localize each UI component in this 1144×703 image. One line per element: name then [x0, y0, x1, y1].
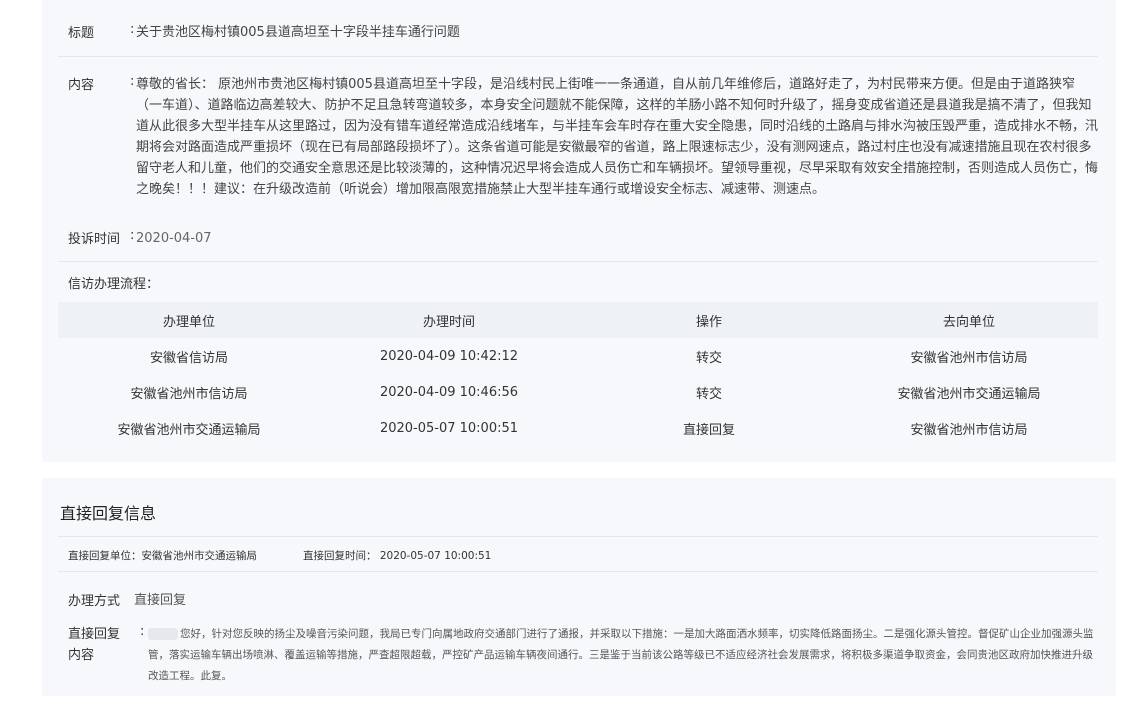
reply-meta: 直接回复单位：安徽省池州市交通运输局 直接回复时间： 2020-05-07 10…	[68, 548, 537, 563]
table-row: 安徽省信访局 2020-04-09 10:42:12 转交 安徽省池州市信访局	[58, 338, 1098, 374]
reply-title: 直接回复信息	[60, 504, 157, 523]
reply-content-colon: :	[140, 624, 145, 639]
reply-time: 直接回复时间： 2020-05-07 10:00:51	[303, 550, 492, 562]
reply-panel: 直接回复信息 直接回复单位：安徽省池州市交通运输局 直接回复时间： 2020-0…	[42, 478, 1116, 696]
date-label: 投诉时间	[68, 232, 121, 247]
title-label: 标题	[68, 26, 95, 41]
reply-content-text: 您好，针对您反映的扬尘及噪音污染问题，我局已专门向属地政府交通部门进行了通报，并…	[148, 628, 1094, 682]
flow-header-action: 操作	[578, 302, 840, 338]
reply-content-label-line2: 内容	[68, 648, 95, 663]
flow-label: 信访办理流程：	[68, 277, 160, 292]
divider	[58, 571, 1098, 572]
flow-header-time: 办理时间	[320, 302, 578, 338]
content-row: 内容 : 尊敬的省长： 原池州市贵池区梅村镇005县道高坦至十字段，是沿线村民上…	[68, 74, 1098, 200]
reply-content-row: 直接回复 内容 : 您好，针对您反映的扬尘及噪音污染问题，我局已专门向属地政府交…	[68, 624, 1098, 687]
content-value: 尊敬的省长： 原池州市贵池区梅村镇005县道高坦至十字段，是沿线村民上街唯一一条…	[136, 77, 1099, 197]
reply-content-value: 您好，针对您反映的扬尘及噪音污染问题，我局已专门向属地政府交通部门进行了通报，并…	[148, 624, 1098, 687]
date-value: 2020-04-07	[136, 231, 212, 246]
reply-content-label-line1: 直接回复	[68, 627, 121, 642]
flow-cell-time: 2020-05-07 10:00:51	[379, 420, 519, 436]
flow-cell-unit: 安徽省池州市信访局	[130, 386, 248, 402]
divider	[58, 56, 1098, 57]
flow-cell-unit: 安徽省信访局	[149, 350, 228, 366]
redacted-name	[148, 628, 178, 640]
title-value: 关于贵池区梅村镇005县道高坦至十字段半挂车通行问题	[136, 25, 460, 40]
reply-content-label: 直接回复 内容	[68, 624, 140, 687]
flow-cell-action: 转交	[695, 386, 722, 402]
flow-cell-time: 2020-04-09 10:42:12	[379, 348, 519, 364]
flow-cell-time: 2020-04-09 10:46:56	[379, 384, 519, 400]
reply-unit: 直接回复单位：安徽省池州市交通运输局	[68, 550, 257, 562]
flow-cell-destination: 安徽省池州市信访局	[910, 350, 1028, 366]
flow-cell-action: 直接回复	[682, 422, 735, 438]
complaint-panel: 标题 : 关于贵池区梅村镇005县道高坦至十字段半挂车通行问题 内容 : 尊敬的…	[42, 0, 1116, 462]
flow-header-row: 办理单位 办理时间 操作 去向单位	[58, 302, 1098, 338]
flow-header-destination: 去向单位	[840, 302, 1098, 338]
flow-header-unit: 办理单位	[58, 302, 320, 338]
content-label: 内容	[68, 78, 95, 93]
flow-cell-destination: 安徽省池州市信访局	[910, 422, 1028, 438]
divider	[58, 261, 1098, 262]
flow-cell-destination: 安徽省池州市交通运输局	[897, 386, 1041, 402]
table-row: 安徽省池州市信访局 2020-04-09 10:46:56 转交 安徽省池州市交…	[58, 374, 1098, 410]
date-row: 投诉时间 : 2020-04-07	[68, 228, 1098, 249]
flow-cell-action: 转交	[695, 350, 722, 366]
flow-table: 办理单位 办理时间 操作 去向单位 安徽省信访局 2020-04-09 10:4…	[58, 302, 1098, 446]
title-row: 标题 : 关于贵池区梅村镇005县道高坦至十字段半挂车通行问题	[68, 22, 1098, 43]
method-value: 直接回复	[134, 593, 187, 608]
divider	[58, 536, 1098, 537]
table-row: 安徽省池州市交通运输局 2020-05-07 10:00:51 直接回复 安徽省…	[58, 410, 1098, 446]
method-row: 办理方式 直接回复	[68, 590, 1098, 611]
flow-cell-unit: 安徽省池州市交通运输局	[117, 422, 261, 438]
method-label: 办理方式	[68, 594, 121, 609]
